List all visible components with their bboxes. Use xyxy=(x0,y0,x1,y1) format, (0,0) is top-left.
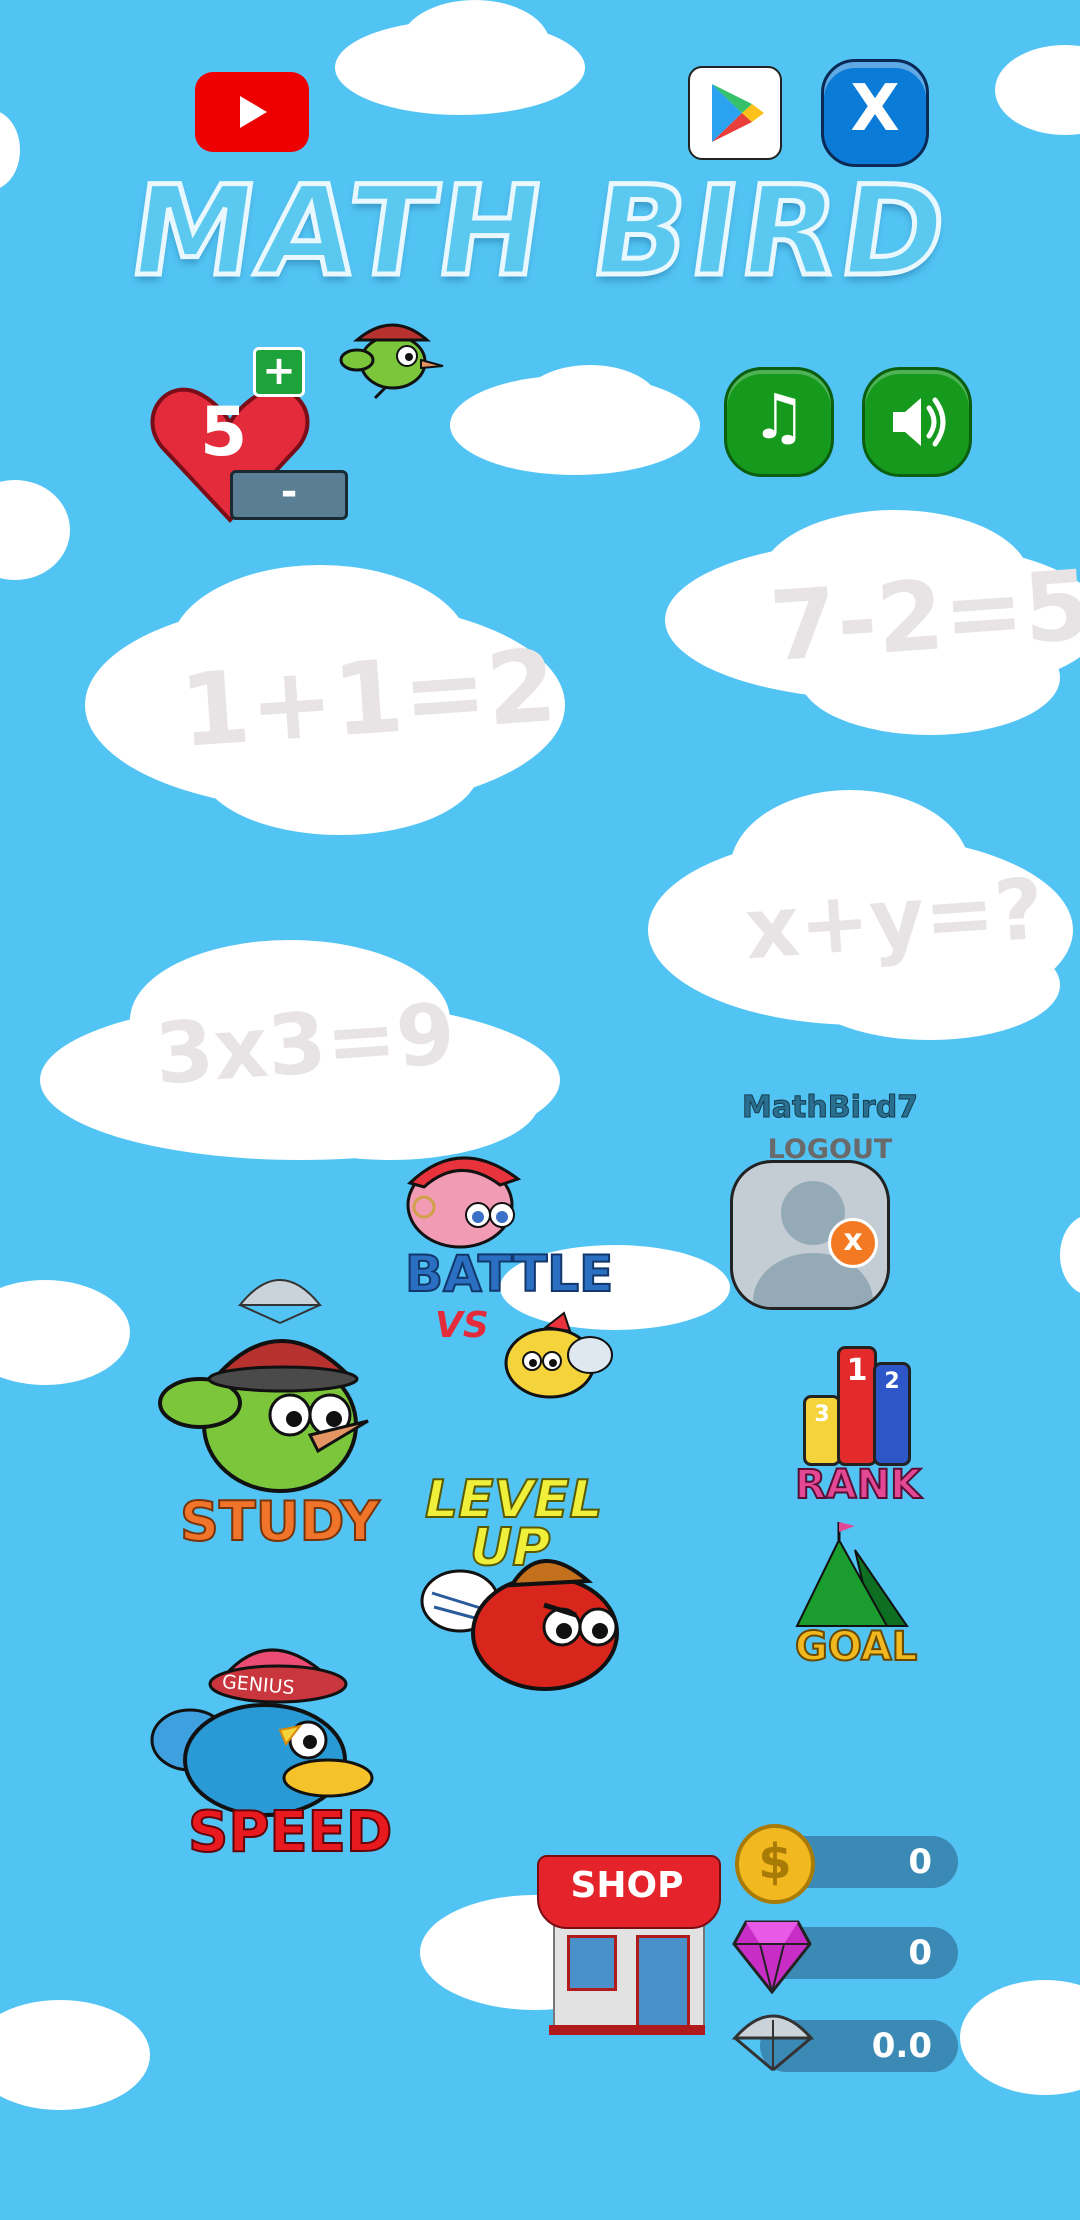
lives-count: 5 xyxy=(200,393,248,472)
coin-icon: $ xyxy=(735,1824,815,1904)
goal-button[interactable]: GOAL xyxy=(794,1520,920,1671)
gem-icon xyxy=(732,1920,812,1994)
red-bird-icon xyxy=(420,1559,619,1691)
shop-base xyxy=(549,2025,705,2035)
username: MathBird7 xyxy=(741,1090,919,1126)
mountain-flag-icon xyxy=(795,1522,909,1627)
music-note-icon: ♫ xyxy=(751,380,807,453)
speed-button[interactable]: GENIUS SPEED xyxy=(150,1630,393,1866)
cloud-equation-text: 7-2=5 xyxy=(766,548,1080,684)
youtube-icon xyxy=(240,96,267,128)
close-button[interactable]: X xyxy=(821,59,929,167)
battle-label: BATTLE xyxy=(404,1244,614,1304)
gem-count: 0 xyxy=(908,1933,932,1973)
remove-life-button[interactable]: - xyxy=(230,470,348,520)
coin-count: 0 xyxy=(908,1842,932,1882)
vs-label: VS xyxy=(435,1305,489,1346)
blue-bird-icon xyxy=(150,1648,374,1817)
google-play-icon xyxy=(712,84,764,142)
speaker-icon xyxy=(893,397,946,447)
google-play-button[interactable] xyxy=(688,66,782,160)
level-up-button[interactable]: LEVEL UP xyxy=(420,1469,640,1700)
x-icon: X xyxy=(850,72,900,146)
shop-window xyxy=(567,1935,617,1991)
green-bird-icon xyxy=(158,1339,369,1493)
battle-button[interactable]: BATTLE VS xyxy=(390,1135,630,1415)
podium-3: 3 xyxy=(803,1395,841,1466)
speed-label: SPEED xyxy=(187,1799,393,1866)
rank-label: RANK xyxy=(794,1461,922,1509)
shop-button[interactable]: SHOP xyxy=(537,1855,721,2035)
add-life-button[interactable]: + xyxy=(253,347,305,397)
lives-widget: 5 + - xyxy=(150,345,350,525)
shop-label: SHOP xyxy=(570,1865,684,1906)
shop-door xyxy=(636,1935,690,2033)
podium-2: 2 xyxy=(873,1362,911,1466)
rank-button[interactable]: 3 1 2 RANK xyxy=(794,1340,922,1510)
sound-toggle-button[interactable] xyxy=(862,367,972,477)
podium-1: 1 xyxy=(837,1346,877,1466)
parachute-icon xyxy=(732,2014,814,2072)
youtube-button[interactable] xyxy=(195,72,309,152)
cloud-equation-text: 3x3=9 xyxy=(151,984,458,1104)
remove-avatar-button[interactable]: x xyxy=(828,1218,878,1268)
yellow-bird-icon xyxy=(504,1311,613,1399)
pink-bird-icon xyxy=(406,1156,522,1249)
parachute-count: 0.0 xyxy=(871,2026,932,2066)
study-label: STUDY xyxy=(179,1489,381,1554)
cloud-equation-text: x+y=? xyxy=(741,859,1047,979)
music-toggle-button[interactable]: ♫ xyxy=(724,367,834,477)
small-bird-icon xyxy=(339,323,444,400)
page-title: MATH BIRD xyxy=(119,158,961,307)
goal-label: GOAL xyxy=(794,1623,918,1671)
study-button[interactable]: STUDY xyxy=(150,1265,381,1565)
